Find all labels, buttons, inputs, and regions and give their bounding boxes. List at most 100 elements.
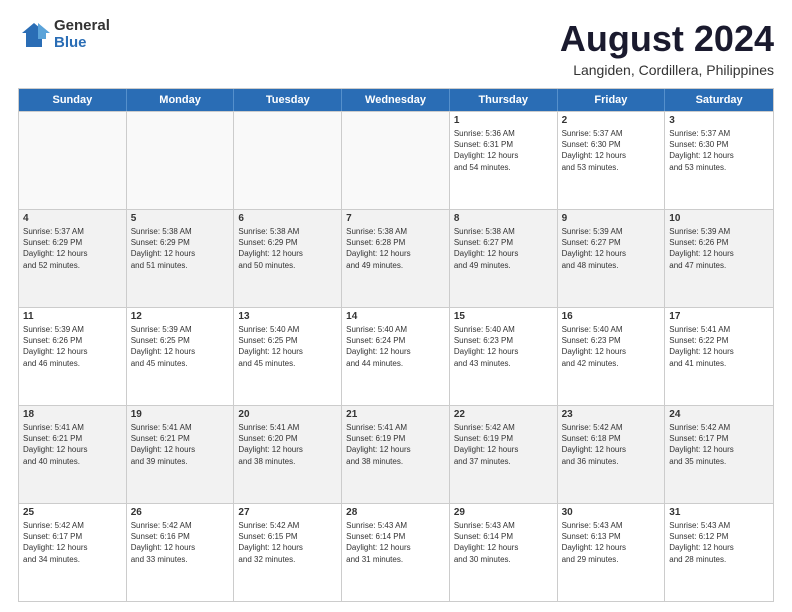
cell-info: Sunrise: 5:40 AM Sunset: 6:23 PM Dayligh… — [562, 324, 661, 369]
day-number: 27 — [238, 507, 337, 518]
cal-cell-17: 17Sunrise: 5:41 AM Sunset: 6:22 PM Dayli… — [665, 308, 773, 405]
week-row-5: 25Sunrise: 5:42 AM Sunset: 6:17 PM Dayli… — [19, 503, 773, 601]
logo-text: General Blue — [54, 18, 110, 51]
cell-info: Sunrise: 5:43 AM Sunset: 6:14 PM Dayligh… — [454, 520, 553, 565]
cal-cell-1: 1 Sunrise: 5:36 AM Sunset: 6:31 PM Daylig… — [450, 112, 558, 209]
calendar: SundayMondayTuesdayWednesdayThursdayFrid… — [18, 88, 774, 602]
cell-info: Sunrise: 5:41 AM Sunset: 6:20 PM Dayligh… — [238, 422, 337, 467]
day-number: 1 — [454, 115, 553, 126]
cal-cell-26: 26 Sunrise: 5:42 AM Sunset: 6:16 PM Dayli… — [127, 504, 235, 601]
cal-cell-29: 29Sunrise: 5:43 AM Sunset: 6:14 PM Dayli… — [450, 504, 558, 601]
day-number: 16 — [562, 311, 661, 322]
cell-info: Sunrise: 5:39 AM Sunset: 6:27 PM Dayligh… — [562, 226, 661, 271]
logo: General Blue — [18, 18, 110, 51]
cal-cell-30: 30 Sunrise: 5:43 AM Sunset: 6:13 PM Dayli… — [558, 504, 666, 601]
cal-cell-5: 5 Sunrise: 5:38 AM Sunset: 6:29 PM Daylig… — [127, 210, 235, 307]
day-number: 6 — [238, 213, 337, 224]
cell-info: Sunrise: 5:38 AM Sunset: 6:27 PM Dayligh… — [454, 226, 553, 271]
cal-cell-14: 14Sunrise: 5:40 AM Sunset: 6:24 PM Dayli… — [342, 308, 450, 405]
cell-info: Sunrise: 5:39 AM Sunset: 6:25 PM Dayligh… — [131, 324, 230, 369]
cal-cell-7: 7Sunrise: 5:38 AM Sunset: 6:28 PM Daylig… — [342, 210, 450, 307]
cell-info: Sunrise: 5:38 AM Sunset: 6:29 PM Dayligh… — [238, 226, 337, 271]
cal-cell-empty-1 — [127, 112, 235, 209]
cell-info: Sunrise: 5:37 AM Sunset: 6:30 PM Dayligh… — [562, 128, 661, 173]
main-title: August 2024 — [560, 18, 774, 60]
cell-info: Sunrise: 5:42 AM Sunset: 6:18 PM Dayligh… — [562, 422, 661, 467]
week-row-1: 1 Sunrise: 5:36 AM Sunset: 6:31 PM Daylig… — [19, 111, 773, 209]
logo-blue-text: Blue — [54, 35, 110, 52]
cal-cell-3: 3 Sunrise: 5:37 AM Sunset: 6:30 PM Daylig… — [665, 112, 773, 209]
day-number: 31 — [669, 507, 769, 518]
day-number: 30 — [562, 507, 661, 518]
cell-info: Sunrise: 5:42 AM Sunset: 6:15 PM Dayligh… — [238, 520, 337, 565]
cal-cell-empty-0 — [19, 112, 127, 209]
cal-cell-6: 6 Sunrise: 5:38 AM Sunset: 6:29 PM Daylig… — [234, 210, 342, 307]
header: General Blue August 2024 Langiden, Cordi… — [18, 18, 774, 78]
cal-cell-11: 11 Sunrise: 5:39 AM Sunset: 6:26 PM Dayli… — [19, 308, 127, 405]
calendar-header: SundayMondayTuesdayWednesdayThursdayFrid… — [19, 89, 773, 111]
week-row-2: 4Sunrise: 5:37 AM Sunset: 6:29 PM Daylig… — [19, 209, 773, 307]
cell-info: Sunrise: 5:42 AM Sunset: 6:17 PM Dayligh… — [23, 520, 122, 565]
cell-info: Sunrise: 5:42 AM Sunset: 6:16 PM Dayligh… — [131, 520, 230, 565]
day-number: 19 — [131, 409, 230, 420]
cell-info: Sunrise: 5:36 AM Sunset: 6:31 PM Dayligh… — [454, 128, 553, 173]
header-day-thursday: Thursday — [450, 89, 558, 111]
day-number: 8 — [454, 213, 553, 224]
cell-info: Sunrise: 5:41 AM Sunset: 6:19 PM Dayligh… — [346, 422, 445, 467]
cell-info: Sunrise: 5:41 AM Sunset: 6:21 PM Dayligh… — [131, 422, 230, 467]
cell-info: Sunrise: 5:38 AM Sunset: 6:29 PM Dayligh… — [131, 226, 230, 271]
cal-cell-19: 19 Sunrise: 5:41 AM Sunset: 6:21 PM Dayli… — [127, 406, 235, 503]
cell-info: Sunrise: 5:37 AM Sunset: 6:30 PM Dayligh… — [669, 128, 769, 173]
day-number: 12 — [131, 311, 230, 322]
cal-cell-empty-2 — [234, 112, 342, 209]
cell-info: Sunrise: 5:43 AM Sunset: 6:14 PM Dayligh… — [346, 520, 445, 565]
cal-cell-27: 27 Sunrise: 5:42 AM Sunset: 6:15 PM Dayli… — [234, 504, 342, 601]
day-number: 7 — [346, 213, 445, 224]
title-block: August 2024 Langiden, Cordillera, Philip… — [560, 18, 774, 78]
day-number: 9 — [562, 213, 661, 224]
cal-cell-25: 25Sunrise: 5:42 AM Sunset: 6:17 PM Dayli… — [19, 504, 127, 601]
cell-info: Sunrise: 5:42 AM Sunset: 6:17 PM Dayligh… — [669, 422, 769, 467]
day-number: 5 — [131, 213, 230, 224]
cell-info: Sunrise: 5:41 AM Sunset: 6:21 PM Dayligh… — [23, 422, 122, 467]
cal-cell-2: 2 Sunrise: 5:37 AM Sunset: 6:30 PM Daylig… — [558, 112, 666, 209]
cell-info: Sunrise: 5:40 AM Sunset: 6:23 PM Dayligh… — [454, 324, 553, 369]
cal-cell-24: 24Sunrise: 5:42 AM Sunset: 6:17 PM Dayli… — [665, 406, 773, 503]
cell-info: Sunrise: 5:43 AM Sunset: 6:13 PM Dayligh… — [562, 520, 661, 565]
day-number: 2 — [562, 115, 661, 126]
cal-cell-4: 4Sunrise: 5:37 AM Sunset: 6:29 PM Daylig… — [19, 210, 127, 307]
day-number: 28 — [346, 507, 445, 518]
cell-info: Sunrise: 5:40 AM Sunset: 6:24 PM Dayligh… — [346, 324, 445, 369]
header-day-sunday: Sunday — [19, 89, 127, 111]
cell-info: Sunrise: 5:43 AM Sunset: 6:12 PM Dayligh… — [669, 520, 769, 565]
day-number: 26 — [131, 507, 230, 518]
day-number: 23 — [562, 409, 661, 420]
day-number: 20 — [238, 409, 337, 420]
cal-cell-31: 31 Sunrise: 5:43 AM Sunset: 6:12 PM Dayli… — [665, 504, 773, 601]
cell-info: Sunrise: 5:39 AM Sunset: 6:26 PM Dayligh… — [669, 226, 769, 271]
cal-cell-empty-3 — [342, 112, 450, 209]
cal-cell-22: 22Sunrise: 5:42 AM Sunset: 6:19 PM Dayli… — [450, 406, 558, 503]
header-day-saturday: Saturday — [665, 89, 773, 111]
header-day-friday: Friday — [558, 89, 666, 111]
day-number: 17 — [669, 311, 769, 322]
calendar-body: 1 Sunrise: 5:36 AM Sunset: 6:31 PM Daylig… — [19, 111, 773, 601]
cell-info: Sunrise: 5:39 AM Sunset: 6:26 PM Dayligh… — [23, 324, 122, 369]
cal-cell-10: 10 Sunrise: 5:39 AM Sunset: 6:26 PM Dayli… — [665, 210, 773, 307]
header-day-monday: Monday — [127, 89, 235, 111]
cal-cell-21: 21Sunrise: 5:41 AM Sunset: 6:19 PM Dayli… — [342, 406, 450, 503]
logo-icon — [18, 19, 50, 51]
day-number: 18 — [23, 409, 122, 420]
day-number: 3 — [669, 115, 769, 126]
cal-cell-8: 8 Sunrise: 5:38 AM Sunset: 6:27 PM Daylig… — [450, 210, 558, 307]
cal-cell-13: 13Sunrise: 5:40 AM Sunset: 6:25 PM Dayli… — [234, 308, 342, 405]
cal-cell-12: 12 Sunrise: 5:39 AM Sunset: 6:25 PM Dayli… — [127, 308, 235, 405]
day-number: 10 — [669, 213, 769, 224]
day-number: 13 — [238, 311, 337, 322]
cal-cell-15: 15 Sunrise: 5:40 AM Sunset: 6:23 PM Dayli… — [450, 308, 558, 405]
week-row-4: 18 Sunrise: 5:41 AM Sunset: 6:21 PM Dayli… — [19, 405, 773, 503]
day-number: 11 — [23, 311, 122, 322]
day-number: 15 — [454, 311, 553, 322]
subtitle: Langiden, Cordillera, Philippines — [560, 62, 774, 78]
cal-cell-16: 16 Sunrise: 5:40 AM Sunset: 6:23 PM Dayli… — [558, 308, 666, 405]
